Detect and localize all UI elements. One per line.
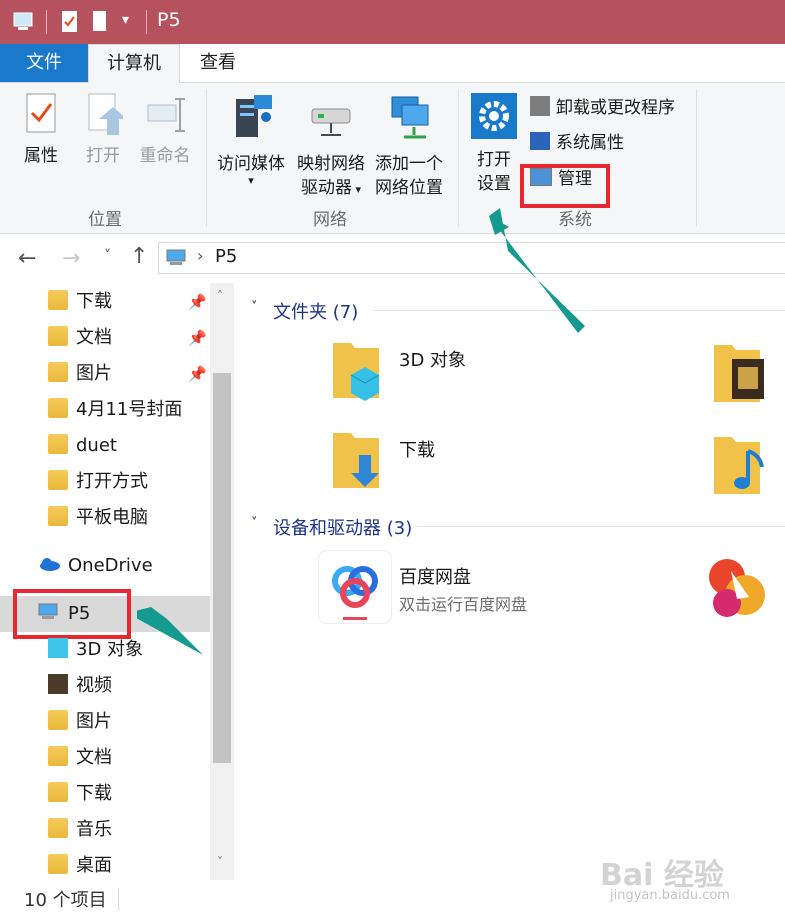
properties-icon	[26, 93, 56, 133]
download-folder-icon	[48, 290, 68, 310]
access-media-label: 访问媒体	[217, 154, 285, 174]
pictures-folder-icon	[48, 362, 68, 382]
nav-item-documents-pc[interactable]: 文档	[48, 743, 112, 773]
uninstall-label: 卸载或更改程序	[556, 98, 675, 118]
nav-item-label: 桌面	[76, 855, 112, 876]
ribbon-tabs: 文件 计算机 查看	[0, 44, 785, 84]
nav-item-downloads[interactable]: 下载	[48, 287, 112, 317]
nav-item-onedrive[interactable]: OneDrive	[38, 551, 153, 581]
tab-view[interactable]: 查看	[180, 44, 256, 82]
rename-button[interactable]: 重命名	[134, 91, 196, 168]
folder-icon	[48, 506, 68, 526]
window-title: P5	[157, 9, 181, 31]
nav-item-open-with[interactable]: 打开方式	[48, 467, 148, 497]
videos-icon	[48, 674, 68, 694]
content-pane: ˅ 文件夹 (7) 3D 对象 下载 ˅ 设备和驱动器 (3) 百度网盘 双击运…	[137, 208, 785, 880]
settings-gear-icon	[471, 93, 517, 139]
open-button[interactable]: 打开	[76, 91, 130, 168]
nav-item-videos[interactable]: 视频	[48, 671, 112, 701]
nav-item-label: 图片	[76, 711, 112, 732]
media-server-icon	[236, 95, 272, 137]
tab-computer[interactable]: 计算机	[88, 44, 180, 84]
divider	[118, 888, 119, 910]
item-count: 10 个项目	[24, 890, 107, 911]
scroll-down-icon[interactable]: ˅	[217, 855, 223, 869]
annotation-arrows	[137, 208, 585, 655]
nav-item-label: 图片	[76, 363, 112, 384]
properties-quick-icon[interactable]	[60, 10, 80, 34]
uninstall-icon	[530, 96, 550, 116]
back-arrow-icon[interactable]: ←	[18, 246, 36, 271]
nav-item-label: 音乐	[76, 819, 112, 840]
status-bar: 10 个项目 Bai 经验 jingyan.baidu.com	[0, 858, 785, 921]
rename-label: 重命名	[139, 146, 191, 166]
nav-item-label: 文档	[76, 327, 112, 348]
open-settings-button[interactable]: 打开 设置	[466, 91, 522, 196]
nav-item-label: 文档	[76, 747, 112, 768]
properties-label: 属性	[24, 146, 58, 166]
open-icon	[88, 93, 127, 135]
watermark-url: jingyan.baidu.com	[610, 888, 730, 903]
3d-objects-icon	[48, 638, 68, 658]
download-folder-icon	[48, 782, 68, 802]
title-bar: ▾ P5	[0, 0, 785, 44]
quick-access-dropdown-icon[interactable]: ▾	[122, 12, 129, 28]
uninstall-program-button[interactable]: 卸载或更改程序	[530, 96, 675, 120]
folder-icon	[48, 470, 68, 490]
nav-item-documents[interactable]: 文档	[48, 323, 112, 353]
recent-locations-icon[interactable]: ˅	[104, 248, 111, 264]
map-drive-label-1: 映射网络	[297, 154, 365, 174]
divider	[146, 10, 147, 34]
nav-item-pictures-pc[interactable]: 图片	[48, 707, 112, 737]
nav-item-tablet[interactable]: 平板电脑	[48, 503, 148, 533]
cloud-icon	[40, 558, 60, 571]
network-drive-icon	[311, 108, 351, 136]
pictures-folder-icon	[48, 710, 68, 730]
highlight-box-this-pc	[13, 589, 131, 639]
nav-item-downloads-pc[interactable]: 下载	[48, 779, 112, 809]
computer-icon[interactable]	[12, 11, 38, 33]
rename-icon	[147, 98, 185, 132]
nav-item-3d-objects[interactable]: 3D 对象	[48, 635, 143, 665]
nav-item-label: 下载	[76, 291, 112, 312]
documents-folder-icon	[48, 326, 68, 346]
open-settings-label-1: 打开	[477, 150, 511, 170]
nav-item-pictures[interactable]: 图片	[48, 359, 112, 389]
access-media-button[interactable]: 访问媒体 ▾	[212, 91, 290, 186]
network-location-icon	[391, 96, 429, 139]
nav-item-duet[interactable]: duet	[48, 431, 117, 461]
system-properties-button[interactable]: 系统属性	[530, 131, 624, 155]
tab-file[interactable]: 文件	[0, 44, 88, 82]
folder-icon	[48, 434, 68, 454]
nav-item-music[interactable]: 音乐	[48, 815, 112, 845]
documents-folder-icon	[48, 746, 68, 766]
system-properties-label: 系统属性	[556, 133, 624, 153]
nav-item-label: 下载	[76, 783, 112, 804]
nav-item-label: duet	[76, 435, 117, 456]
open-label: 打开	[86, 146, 120, 166]
nav-item-desktop[interactable]: 桌面	[48, 851, 112, 881]
nav-item-label: 视频	[76, 675, 112, 696]
add-location-label-1: 添加一个	[375, 154, 443, 174]
music-folder-icon	[48, 818, 68, 838]
properties-button[interactable]: 属性	[14, 91, 68, 168]
divider	[46, 10, 47, 34]
folder-icon	[48, 398, 68, 418]
forward-arrow-icon[interactable]: →	[62, 246, 80, 271]
nav-item-label: 3D 对象	[76, 639, 144, 660]
desktop-folder-icon	[48, 854, 68, 874]
new-folder-quick-icon[interactable]	[92, 10, 108, 34]
system-properties-icon	[530, 132, 550, 150]
